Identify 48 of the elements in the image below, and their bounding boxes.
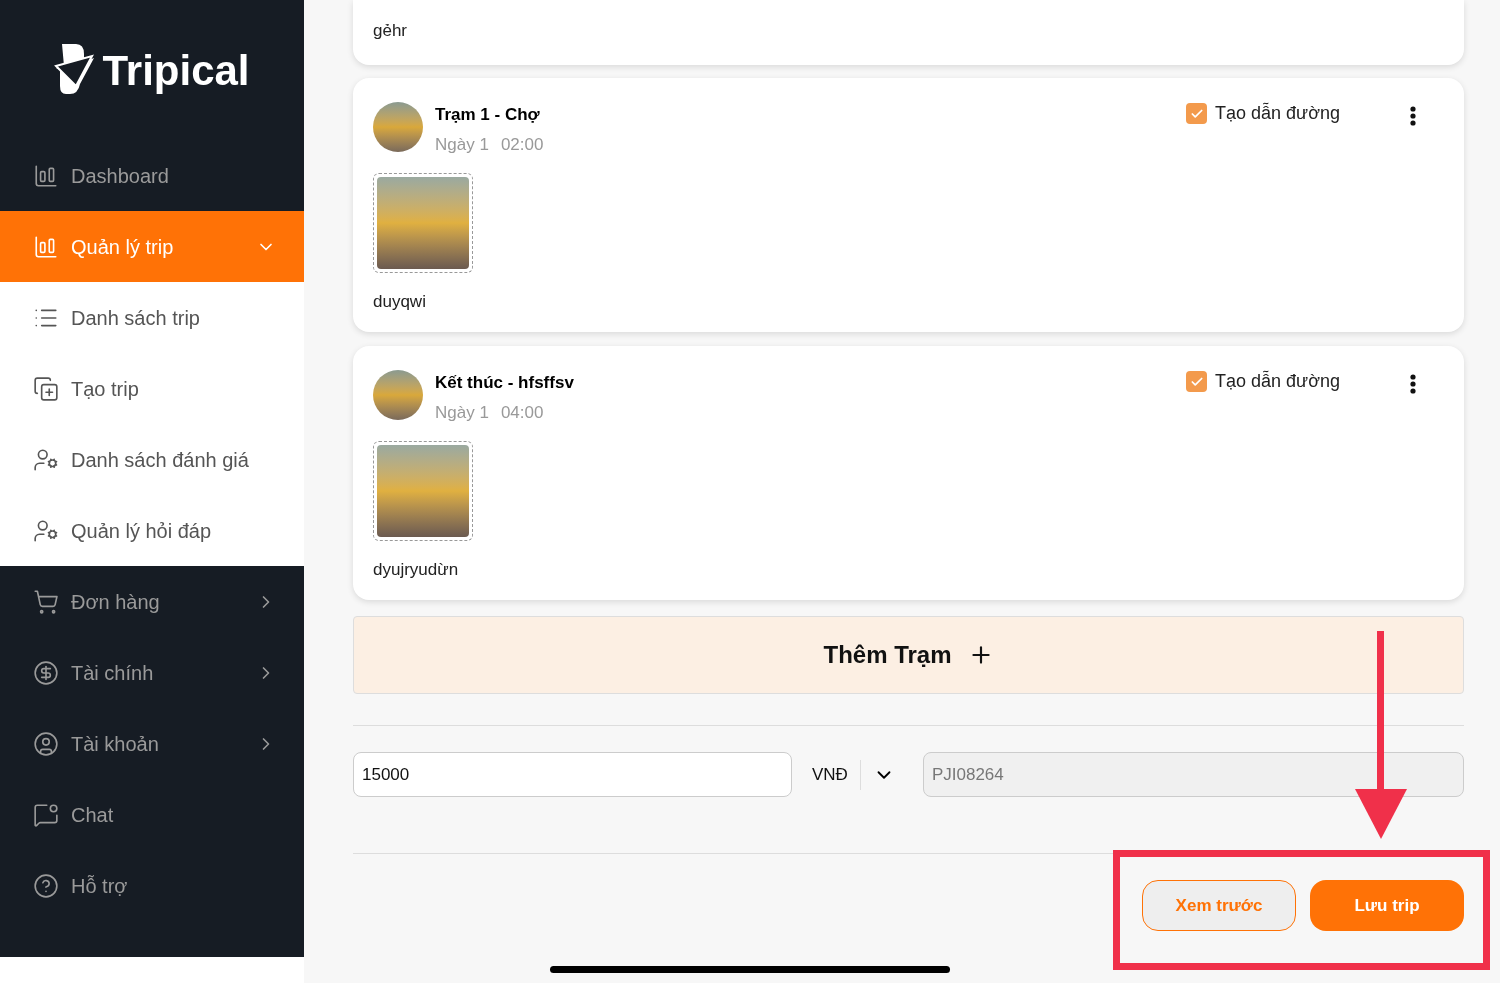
avatar-photo-placeholder xyxy=(373,370,423,420)
sidebar-item[interactable]: Danh sách trip xyxy=(0,282,304,353)
station-time: 02:00 xyxy=(500,133,544,156)
station-title: Kết thúc - hfsffsv xyxy=(435,372,574,394)
user-gear-icon xyxy=(33,446,59,473)
station-caption: dyujryudừn xyxy=(373,559,460,581)
sidebar-label: Dashboard xyxy=(71,163,170,189)
currency-label[interactable]: VNĐ xyxy=(812,761,848,788)
sidebar-label: Danh sách trip xyxy=(71,305,201,331)
sidebar-label: Quản lý hỏi đáp xyxy=(71,518,213,544)
avatar-photo-placeholder xyxy=(373,102,423,152)
checkbox[interactable] xyxy=(1186,371,1208,392)
add-station-button[interactable]: Thêm Trạm xyxy=(353,616,1464,694)
sidebar-label: Hỗ trợ xyxy=(71,873,129,899)
sidebar-item[interactable]: Tạo trip xyxy=(0,353,304,424)
more-icon xyxy=(1410,374,1416,394)
sidebar-item[interactable]: Danh sách đánh giá xyxy=(0,424,304,495)
station-caption: duyqwi xyxy=(373,291,427,313)
more-options-button[interactable] xyxy=(1410,106,1416,126)
user-icon xyxy=(33,730,59,757)
sidebar-label: Quản lý trip xyxy=(71,234,175,260)
logo-text: Tripical xyxy=(102,45,250,96)
sidebar-label: Chat xyxy=(71,802,115,828)
more-icon xyxy=(1410,106,1416,126)
sidebar-label: Đơn hàng xyxy=(71,589,161,615)
station-time: 04:00 xyxy=(500,401,544,424)
cart-icon xyxy=(33,588,59,615)
sidebar-label: Tài khoản xyxy=(71,731,160,757)
price-input[interactable]: 15000 xyxy=(353,752,792,797)
checkbox-label: Tạo dẫn đường xyxy=(1215,101,1340,125)
more-options-button[interactable] xyxy=(1410,374,1416,394)
station-day: Ngày 1 xyxy=(435,399,489,425)
station-title: Trạm 1 - Chợ xyxy=(435,104,541,126)
sidebar-label: Tạo trip xyxy=(71,376,140,402)
dollar-icon xyxy=(33,659,59,686)
station-day: Ngày 1 xyxy=(435,131,489,157)
chat-icon xyxy=(33,801,59,828)
directions-checkbox[interactable]: Tạo dẫn đường xyxy=(1186,368,1340,395)
help-icon xyxy=(33,872,59,899)
checkbox-label: Tạo dẫn đường xyxy=(1215,369,1340,393)
station-caption: gẻhr xyxy=(373,20,408,42)
user-gear-icon xyxy=(33,517,59,544)
sidebar-label: Danh sách đánh giá xyxy=(71,447,250,473)
checkbox[interactable] xyxy=(1186,103,1208,124)
add-copy-icon xyxy=(33,375,59,402)
sidebar-label: Tài chính xyxy=(71,660,155,686)
sidebar-item[interactable]: Quản lý hỏi đáp xyxy=(0,495,304,566)
directions-checkbox[interactable]: Tạo dẫn đường xyxy=(1186,100,1340,127)
